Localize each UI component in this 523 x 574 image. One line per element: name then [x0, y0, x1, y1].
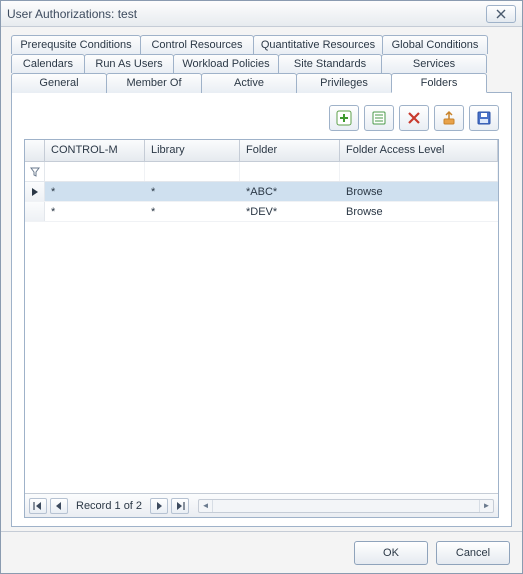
row-selector-header: [25, 140, 45, 161]
cell-access[interactable]: Browse: [340, 206, 498, 218]
cell-control[interactable]: *: [45, 206, 145, 218]
add-button[interactable]: [329, 105, 359, 131]
save-icon: [476, 110, 492, 126]
next-icon: [155, 502, 163, 510]
nav-last-button[interactable]: [171, 498, 189, 514]
cancel-button[interactable]: Cancel: [436, 541, 510, 565]
dialog-window: User Authorizations: test Prerequsite Co…: [0, 0, 523, 574]
tab-row-1: Prerequsite ConditionsControl ResourcesQ…: [11, 35, 512, 54]
tab-run-as-users[interactable]: Run As Users: [84, 54, 174, 73]
scroll-left-icon[interactable]: ◄: [199, 500, 213, 512]
table-row[interactable]: ***ABC*Browse: [25, 182, 498, 202]
tab-row-3: GeneralMember OfActivePrivilegesFolders: [11, 73, 512, 93]
ok-button[interactable]: OK: [354, 541, 428, 565]
first-icon: [33, 502, 43, 510]
titlebar: User Authorizations: test: [1, 1, 522, 27]
save-button[interactable]: [469, 105, 499, 131]
add-icon: [336, 110, 352, 126]
cell-control[interactable]: *: [45, 186, 145, 198]
window-title: User Authorizations: test: [7, 7, 486, 21]
row-indicator: [25, 202, 45, 221]
folders-grid: CONTROL-M Library Folder Folder Access L…: [24, 139, 499, 518]
tab-control-resources[interactable]: Control Resources: [140, 35, 254, 54]
properties-button[interactable]: [364, 105, 394, 131]
cell-folder[interactable]: *DEV*: [240, 206, 340, 218]
tab-privileges[interactable]: Privileges: [296, 73, 392, 93]
horizontal-scrollbar[interactable]: ◄ ►: [198, 499, 494, 513]
scroll-right-icon[interactable]: ►: [479, 500, 493, 512]
col-header-folder[interactable]: Folder: [240, 140, 340, 161]
grid-header: CONTROL-M Library Folder Folder Access L…: [25, 140, 498, 162]
last-icon: [175, 502, 185, 510]
tab-row-2: CalendarsRun As UsersWorkload PoliciesSi…: [11, 54, 512, 73]
tab-quantitative-resources[interactable]: Quantitative Resources: [253, 35, 383, 54]
nav-prev-button[interactable]: [50, 498, 68, 514]
delete-button[interactable]: [399, 105, 429, 131]
table-row[interactable]: ***DEV*Browse: [25, 202, 498, 222]
cell-library[interactable]: *: [145, 206, 240, 218]
tab-folders[interactable]: Folders: [391, 73, 487, 93]
export-icon: [441, 110, 457, 126]
prev-icon: [55, 502, 63, 510]
filter-icon: [25, 162, 45, 181]
col-header-library[interactable]: Library: [145, 140, 240, 161]
tab-global-conditions[interactable]: Global Conditions: [382, 35, 488, 54]
row-indicator: [25, 182, 45, 201]
record-navigator: Record 1 of 2 ◄ ►: [25, 493, 498, 517]
grid-toolbar: [24, 105, 499, 131]
nav-first-button[interactable]: [29, 498, 47, 514]
tab-panel-folders: CONTROL-M Library Folder Folder Access L…: [11, 92, 512, 527]
tab-active[interactable]: Active: [201, 73, 297, 93]
tab-container: Prerequsite ConditionsControl ResourcesQ…: [11, 35, 512, 93]
col-header-access[interactable]: Folder Access Level: [340, 140, 498, 161]
grid-body: ***ABC*Browse***DEV*Browse: [25, 182, 498, 493]
tab-prerequsite-conditions[interactable]: Prerequsite Conditions: [11, 35, 141, 54]
properties-icon: [371, 110, 387, 126]
close-icon: [496, 9, 506, 19]
cell-folder[interactable]: *ABC*: [240, 186, 340, 198]
tab-member-of[interactable]: Member Of: [106, 73, 202, 93]
content-area: Prerequsite ConditionsControl ResourcesQ…: [1, 27, 522, 531]
filter-row[interactable]: [25, 162, 498, 182]
col-header-control-m[interactable]: CONTROL-M: [45, 140, 145, 161]
close-button[interactable]: [486, 5, 516, 23]
cell-library[interactable]: *: [145, 186, 240, 198]
tab-services[interactable]: Services: [381, 54, 487, 73]
dialog-footer: OK Cancel: [1, 531, 522, 573]
delete-icon: [406, 110, 422, 126]
tab-site-standards[interactable]: Site Standards: [278, 54, 382, 73]
export-button[interactable]: [434, 105, 464, 131]
tab-calendars[interactable]: Calendars: [11, 54, 85, 73]
cell-access[interactable]: Browse: [340, 186, 498, 198]
tab-general[interactable]: General: [11, 73, 107, 93]
nav-next-button[interactable]: [150, 498, 168, 514]
record-position: Record 1 of 2: [76, 500, 142, 512]
tab-workload-policies[interactable]: Workload Policies: [173, 54, 279, 73]
